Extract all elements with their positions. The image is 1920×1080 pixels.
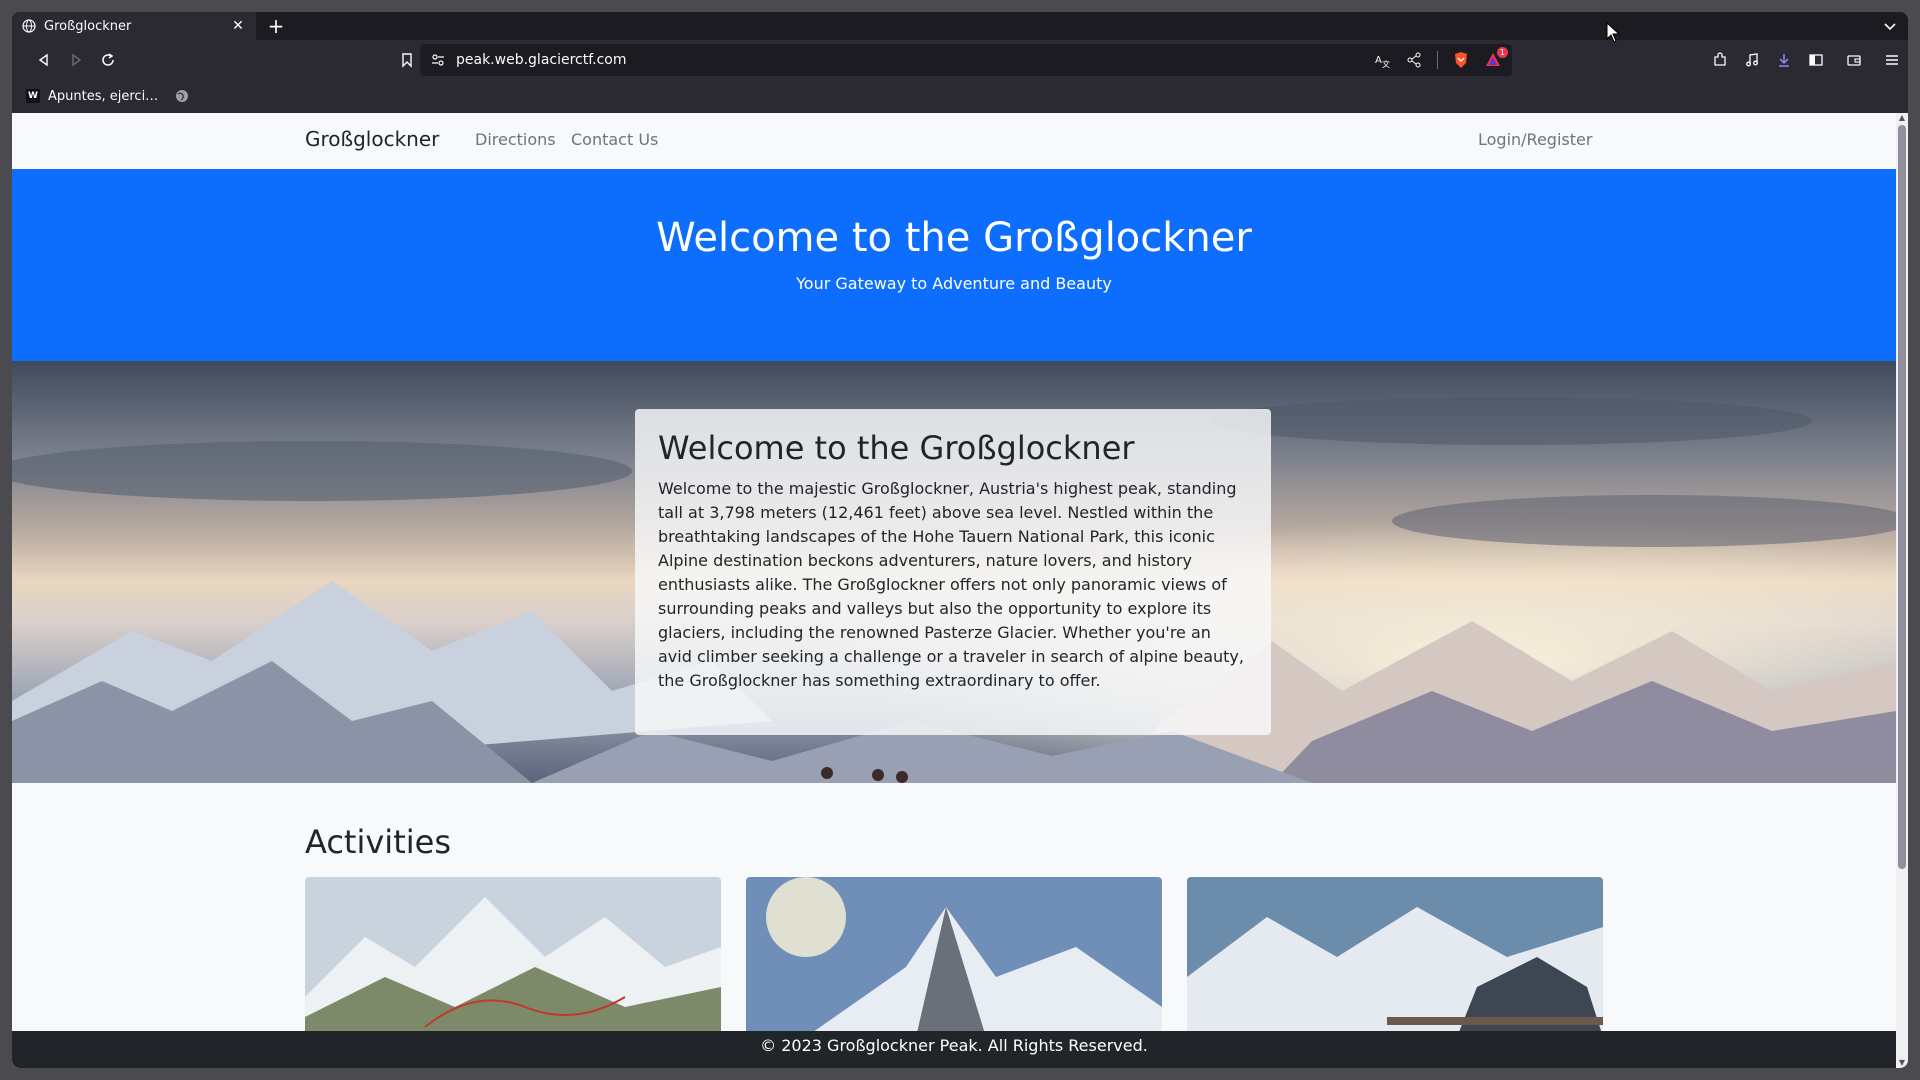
share-icon[interactable] [1405, 51, 1423, 69]
url-separator [1437, 51, 1438, 69]
translate-icon[interactable]: A文 [1373, 51, 1391, 69]
page-scrollbar[interactable]: ▲ ▼ [1896, 113, 1908, 1068]
browser-window: Großglockner ✕ + peak.web.glacierctf.com… [12, 12, 1908, 1068]
activity-climb-image[interactable] [746, 877, 1162, 1037]
bookmark-favicon: W [26, 89, 40, 103]
page-viewport: Großglockner Directions Contact Us Login… [12, 113, 1896, 1068]
site-navbar: Großglockner Directions Contact Us Login… [12, 113, 1896, 169]
reload-button[interactable] [98, 50, 118, 70]
navigation-toolbar: peak.web.glacierctf.com A文 1 [12, 40, 1908, 80]
activity-hut-image[interactable] [1187, 877, 1603, 1037]
login-register-link[interactable]: Login/Register [1478, 130, 1592, 149]
bookmark-item[interactable]: W Apuntes, ejerci… [26, 89, 158, 104]
url-bar[interactable]: peak.web.glacierctf.com A文 1 [420, 44, 1512, 76]
site-brand[interactable]: Großglockner [305, 127, 439, 151]
wallet-icon[interactable] [1844, 50, 1864, 70]
notification-badge: 1 [1496, 47, 1508, 58]
hero-title: Welcome to the Großglockner [656, 215, 1252, 261]
brave-shields-icon[interactable] [1452, 51, 1470, 69]
back-button[interactable] [34, 50, 54, 70]
hero-banner: Welcome to the Großglockner Your Gateway… [12, 169, 1896, 361]
chevron-down-icon[interactable] [1882, 18, 1898, 34]
footer-text: © 2023 Großglockner Peak. All Rights Res… [760, 1036, 1148, 1055]
activities-heading: Activities [305, 823, 451, 861]
card-title: Welcome to the Großglockner [658, 429, 1135, 467]
new-tab-button[interactable]: + [266, 16, 286, 36]
mouse-cursor-icon [1606, 21, 1621, 44]
bookmark-icon[interactable] [397, 50, 417, 70]
card-text: Welcome to the majestic Großglockner, Au… [658, 479, 1244, 690]
hero-subtitle: Your Gateway to Adventure and Beauty [796, 274, 1112, 293]
svg-text:文: 文 [1382, 59, 1390, 68]
close-tab-icon[interactable]: ✕ [230, 18, 246, 34]
extensions-icon[interactable] [1710, 50, 1730, 70]
globe-icon [22, 19, 36, 33]
forward-button[interactable] [66, 50, 86, 70]
url-text[interactable]: peak.web.glacierctf.com [456, 52, 1359, 68]
scrollbar-thumb[interactable] [1898, 125, 1906, 869]
sidebar-icon[interactable] [1806, 50, 1826, 70]
intro-card: Welcome to the Großglockner Welcome to t… [635, 409, 1271, 735]
brave-rewards-icon[interactable]: 1 [1484, 47, 1508, 69]
svg-text:A: A [1375, 55, 1382, 66]
tab-title: Großglockner [44, 18, 132, 34]
bookmark-label: Apuntes, ejerci… [48, 88, 159, 104]
download-icon[interactable] [1774, 50, 1794, 70]
nav-link-directions[interactable]: Directions [475, 130, 556, 149]
globe-off-icon[interactable] [174, 88, 190, 104]
menu-icon[interactable] [1882, 50, 1902, 70]
site-info-icon[interactable] [430, 52, 446, 68]
music-note-icon[interactable] [1742, 50, 1762, 70]
activity-map-image[interactable] [305, 877, 721, 1037]
tab-strip: Großglockner ✕ + [12, 12, 1908, 40]
scroll-up-icon[interactable]: ▲ [1897, 113, 1907, 123]
tab-active[interactable]: Großglockner ✕ [12, 12, 256, 40]
scroll-down-icon[interactable]: ▼ [1897, 1058, 1907, 1068]
bookmarks-bar: W Apuntes, ejerci… [12, 80, 1908, 112]
mountain-hero-image: Welcome to the Großglockner Welcome to t… [12, 361, 1896, 783]
nav-link-contact[interactable]: Contact Us [571, 130, 658, 149]
site-footer: © 2023 Großglockner Peak. All Rights Res… [12, 1031, 1896, 1068]
